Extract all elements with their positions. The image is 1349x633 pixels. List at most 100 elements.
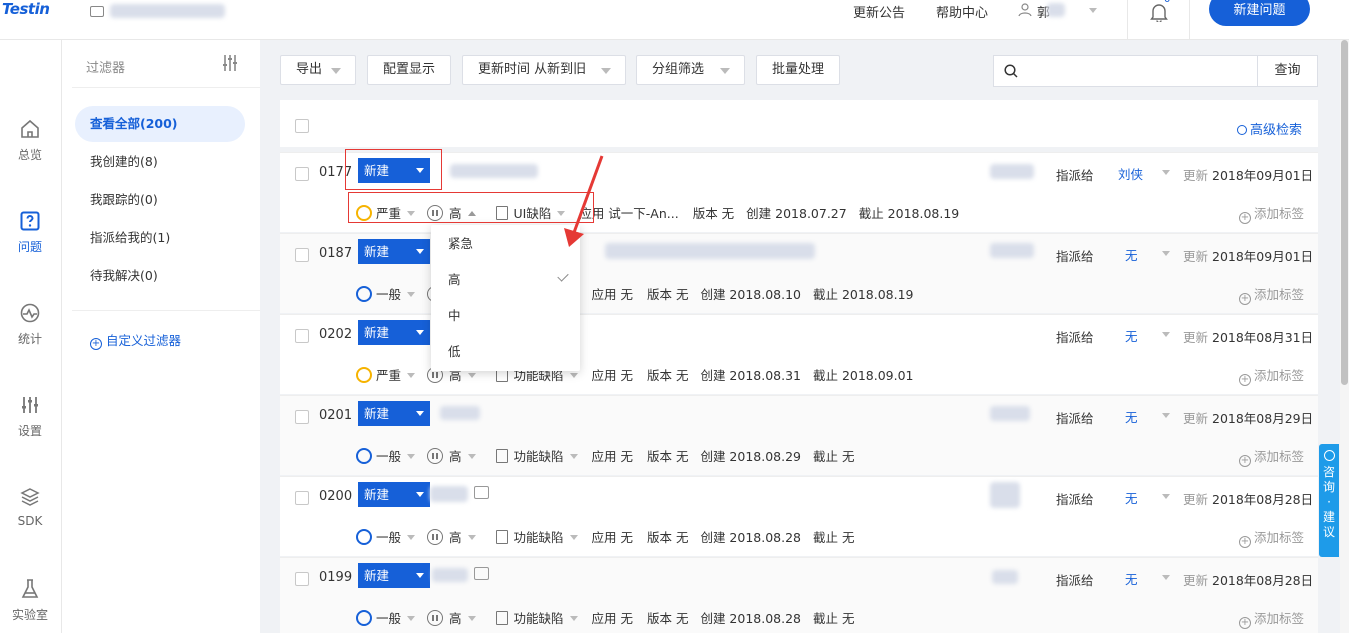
image-icon[interactable] — [474, 567, 489, 580]
advanced-search-link[interactable]: 高级检索 — [1236, 119, 1302, 138]
status-dropdown[interactable]: 新建 — [358, 482, 430, 507]
assignee[interactable]: 无 — [1125, 326, 1138, 345]
new-issue-button[interactable]: 新建问题 — [1209, 0, 1310, 26]
row-checkbox[interactable] — [295, 248, 309, 262]
priority-option-high[interactable]: 高 — [431, 262, 580, 298]
priority-option-low[interactable]: 低 — [431, 334, 580, 370]
filter-assigned-to-me[interactable]: 指派给我的(1) — [75, 220, 245, 256]
severity-selector[interactable]: 一般 — [356, 284, 423, 303]
row-checkbox[interactable] — [295, 167, 309, 181]
add-tag-button[interactable]: + 添加标签 — [1238, 446, 1304, 467]
filter-created-by-me[interactable]: 我创建的(8) — [75, 144, 245, 180]
user-icon[interactable] — [1018, 3, 1032, 17]
batch-process-button[interactable]: 批量处理 — [756, 55, 840, 85]
bell-icon[interactable] — [1150, 2, 1168, 22]
chevron-down-icon[interactable] — [1162, 170, 1170, 175]
assignee[interactable]: 刘侠 — [1118, 164, 1143, 183]
priority-selector[interactable]: 高 — [427, 527, 484, 546]
issue-id[interactable]: 0187 — [319, 246, 352, 261]
table-row[interactable]: 0199 新建 指派给 无 更新 2018年08月28日 一般 高 功能缺陷 应… — [280, 557, 1318, 633]
export-button[interactable]: 导出 — [280, 55, 356, 85]
created-date: 创建 2018.08.10 — [700, 287, 801, 302]
chevron-down-icon[interactable] — [1162, 251, 1170, 256]
project-name-blurred[interactable] — [110, 4, 225, 18]
row-checkbox[interactable] — [295, 572, 309, 586]
status-dropdown[interactable]: 新建 — [358, 239, 430, 264]
config-display-button[interactable]: 配置显示 — [367, 55, 451, 85]
issue-id[interactable]: 0199 — [319, 570, 352, 585]
type-selector[interactable]: 功能缺陷 — [495, 527, 586, 546]
table-row[interactable]: 0201 新建 指派给 无 更新 2018年08月29日 一般 高 功能缺陷 应… — [280, 395, 1318, 475]
assignee[interactable]: 无 — [1125, 569, 1138, 588]
add-tag-button[interactable]: + 添加标签 — [1238, 284, 1304, 305]
row-checkbox[interactable] — [295, 491, 309, 505]
scrollbar-thumb[interactable] — [1341, 40, 1348, 385]
severity-selector[interactable]: 严重 — [356, 365, 423, 384]
type-selector[interactable]: 功能缺陷 — [495, 608, 586, 627]
table-row[interactable]: 0200 新建 指派给 无 更新 2018年08月28日 一般 高 功能缺陷 应… — [280, 476, 1318, 556]
chevron-down-icon[interactable] — [1089, 8, 1097, 13]
batch-label: 批量处理 — [772, 62, 825, 77]
issue-id[interactable]: 0200 — [319, 489, 352, 504]
row-checkbox[interactable] — [295, 410, 309, 424]
type-selector[interactable]: 功能缺陷 — [495, 446, 586, 465]
filter-followed-by-me[interactable]: 我跟踪的(0) — [75, 182, 245, 218]
nav-lab[interactable]: 实验室 — [0, 578, 60, 623]
priority-option-medium[interactable]: 中 — [431, 298, 580, 334]
assign-label: 指派给 — [1056, 411, 1094, 426]
issue-title-blurred[interactable] — [432, 568, 468, 582]
link-help-center[interactable]: 帮助中心 — [936, 2, 988, 21]
add-tag-button[interactable]: + 添加标签 — [1238, 608, 1304, 629]
issue-title-blurred[interactable] — [450, 164, 538, 178]
nav-statistics[interactable]: 统计 — [0, 302, 60, 347]
issue-title-blurred[interactable] — [605, 243, 815, 259]
nav-overview[interactable]: 总览 — [0, 118, 60, 163]
severity-selector[interactable]: 一般 — [356, 527, 423, 546]
group-filter-dropdown[interactable]: 分组筛选 — [636, 55, 745, 85]
nav-settings[interactable]: 设置 — [0, 394, 60, 439]
chevron-down-icon[interactable] — [1162, 332, 1170, 337]
image-icon[interactable] — [474, 486, 489, 499]
issue-id[interactable]: 0201 — [319, 408, 352, 423]
nav-label: 总览 — [17, 148, 42, 162]
priority-selector[interactable]: 高 — [427, 446, 484, 465]
priority-option-urgent[interactable]: 紧急 — [431, 226, 580, 262]
nav-issues[interactable]: 问题 — [0, 210, 60, 255]
priority-selector[interactable]: 高 — [427, 608, 484, 627]
filter-all[interactable]: 查看全部(200) — [75, 106, 245, 142]
severity-selector[interactable]: 一般 — [356, 446, 423, 465]
custom-filter-link[interactable]: + 自定义过滤器 — [90, 330, 181, 350]
chevron-down-icon[interactable] — [1162, 494, 1170, 499]
status-dropdown[interactable]: 新建 — [358, 563, 430, 588]
config-label: 配置显示 — [383, 62, 436, 77]
nav-sdk[interactable]: SDK — [0, 486, 60, 528]
assignee[interactable]: 无 — [1125, 245, 1138, 264]
severity-selector[interactable]: 一般 — [356, 608, 423, 627]
sort-dropdown[interactable]: 更新时间 从新到旧 — [462, 55, 626, 85]
search-input[interactable] — [1024, 59, 1254, 83]
status-dropdown[interactable]: 新建 — [358, 401, 430, 426]
app-logo[interactable]: Testin — [2, 0, 50, 18]
folder-icon[interactable] — [90, 6, 104, 17]
add-tag-button[interactable]: + 添加标签 — [1238, 203, 1304, 224]
filter-pending-me[interactable]: 待我解决(0) — [75, 258, 245, 294]
assignee[interactable]: 无 — [1125, 488, 1138, 507]
link-announcements[interactable]: 更新公告 — [853, 2, 905, 21]
update-label: 更新 — [1183, 330, 1209, 345]
chevron-down-icon[interactable] — [1162, 575, 1170, 580]
row-checkbox[interactable] — [295, 329, 309, 343]
query-button[interactable]: 查询 — [1257, 56, 1317, 86]
issue-title-blurred[interactable] — [430, 486, 468, 502]
consult-feedback-tab[interactable]: 咨询·建议 — [1319, 444, 1339, 557]
issue-id[interactable]: 0202 — [319, 327, 352, 342]
assignee[interactable]: 无 — [1125, 407, 1138, 426]
status-dropdown[interactable]: 新建 — [358, 320, 430, 345]
nav-label: SDK — [17, 514, 43, 528]
issue-title-blurred[interactable] — [440, 406, 480, 420]
tune-icon[interactable] — [221, 54, 239, 72]
add-tag-button[interactable]: + 添加标签 — [1238, 365, 1304, 386]
add-tag-button[interactable]: + 添加标签 — [1238, 527, 1304, 548]
page-scrollbar[interactable] — [1340, 40, 1349, 633]
chevron-down-icon[interactable] — [1162, 413, 1170, 418]
select-all-checkbox[interactable] — [295, 119, 309, 133]
